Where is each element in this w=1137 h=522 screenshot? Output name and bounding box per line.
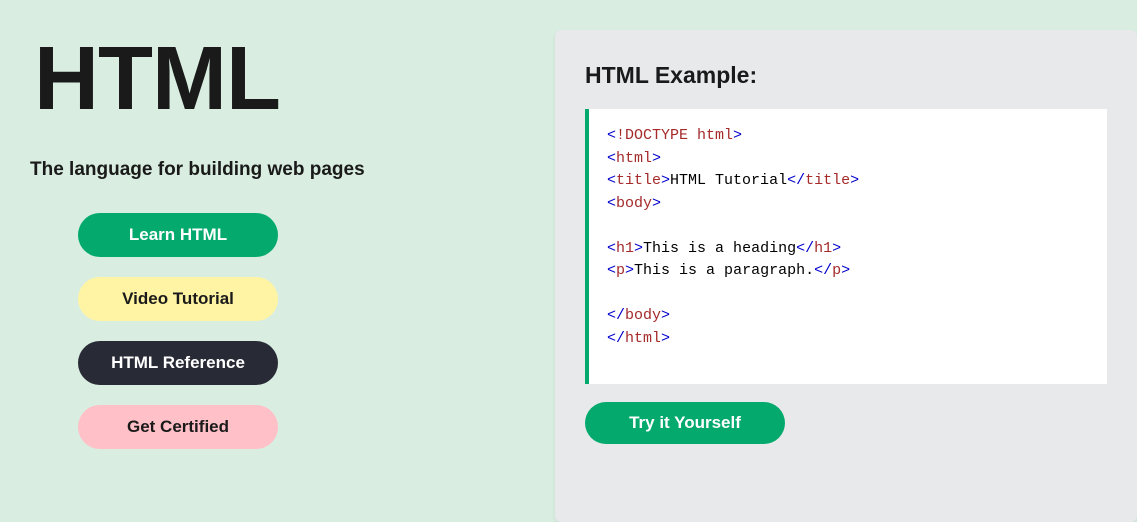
code-tag: title	[805, 172, 850, 189]
try-it-yourself-button[interactable]: Try it Yourself	[585, 402, 785, 444]
code-tag: p	[832, 262, 841, 279]
learn-html-button[interactable]: Learn HTML	[78, 213, 278, 257]
code-bracket: </	[796, 240, 814, 257]
page-title: HTML	[34, 28, 525, 131]
code-text: This is a paragraph.	[634, 262, 814, 279]
code-bracket: <	[607, 172, 616, 189]
code-bracket: </	[814, 262, 832, 279]
code-bracket: <	[607, 127, 616, 144]
code-bracket: </	[607, 307, 625, 324]
code-bracket: >	[733, 127, 742, 144]
code-bracket: <	[607, 150, 616, 167]
code-bracket: <	[607, 195, 616, 212]
button-stack: Learn HTML Video Tutorial HTML Reference…	[78, 213, 525, 449]
html-reference-button[interactable]: HTML Reference	[78, 341, 278, 385]
code-bracket: >	[652, 150, 661, 167]
code-tag: p	[616, 262, 625, 279]
code-bracket: <	[607, 240, 616, 257]
example-title: HTML Example:	[585, 62, 1107, 89]
code-tag: h1	[616, 240, 634, 257]
code-tag: html	[616, 150, 652, 167]
code-bracket: >	[850, 172, 859, 189]
get-certified-button[interactable]: Get Certified	[78, 405, 278, 449]
code-tag: body	[616, 195, 652, 212]
code-bracket: >	[661, 172, 670, 189]
code-bracket: >	[625, 262, 634, 279]
example-panel: HTML Example: <!DOCTYPE html> <html> <ti…	[555, 30, 1137, 522]
left-panel: HTML The language for building web pages…	[0, 0, 555, 522]
code-bracket: >	[661, 330, 670, 347]
code-bracket: >	[841, 262, 850, 279]
code-tag: body	[625, 307, 661, 324]
code-bracket: >	[832, 240, 841, 257]
code-bracket: >	[661, 307, 670, 324]
code-bracket: <	[607, 262, 616, 279]
code-doctype: !DOCTYPE	[616, 127, 688, 144]
code-tag: html	[625, 330, 661, 347]
code-bracket: >	[652, 195, 661, 212]
code-text: This is a heading	[643, 240, 796, 257]
code-bracket: >	[634, 240, 643, 257]
code-tag: h1	[814, 240, 832, 257]
code-tag: title	[616, 172, 661, 189]
code-attr: html	[688, 127, 733, 144]
code-bracket: </	[787, 172, 805, 189]
code-text: HTML Tutorial	[670, 172, 787, 189]
page-subtitle: The language for building web pages	[30, 159, 525, 181]
code-bracket: </	[607, 330, 625, 347]
code-block: <!DOCTYPE html> <html> <title>HTML Tutor…	[585, 109, 1107, 384]
video-tutorial-button[interactable]: Video Tutorial	[78, 277, 278, 321]
